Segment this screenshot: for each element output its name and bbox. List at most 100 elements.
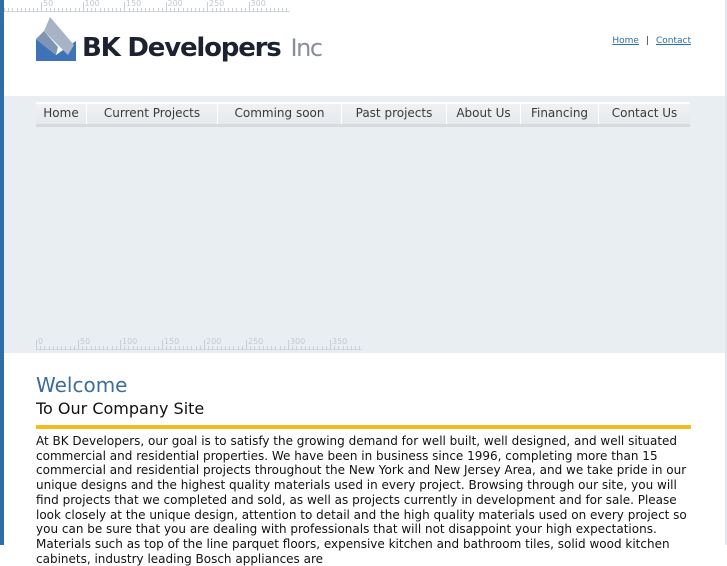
ruler-minor-tick — [241, 346, 243, 350]
ruler-minor-tick — [219, 8, 221, 12]
ruler-minor-tick — [116, 8, 118, 12]
ruler-minor-tick — [275, 346, 277, 350]
ruler-minor-tick — [338, 346, 340, 350]
top-link-home[interactable]: Home — [612, 36, 639, 46]
top-link-contact[interactable]: Contact — [656, 36, 691, 46]
ruler-minor-tick — [86, 346, 88, 350]
ruler-minor-tick — [4, 8, 5, 12]
ruler-minor-tick — [300, 346, 302, 350]
ruler-minor-tick — [82, 346, 84, 350]
ruler-minor-tick — [237, 346, 239, 350]
ruler-minor-tick — [157, 346, 159, 350]
ruler-minor-tick — [141, 8, 142, 12]
nav-item-comming-soon[interactable]: Comming soon — [218, 102, 342, 124]
ruler-minor-tick — [65, 346, 67, 350]
ruler-label: 300 — [290, 337, 306, 346]
ruler-minor-tick — [229, 346, 231, 350]
ruler-minor-tick — [195, 346, 197, 350]
ruler-minor-tick — [170, 8, 171, 12]
ruler-label: 100 — [84, 0, 100, 8]
ruler-minor-tick — [128, 346, 130, 350]
top-links: Home | Contact — [612, 36, 691, 46]
welcome-subtitle: To Our Company Site — [36, 399, 205, 418]
ruler-minor-tick — [244, 8, 246, 12]
ruler-minor-tick — [178, 346, 180, 350]
accent-divider — [36, 425, 691, 429]
ruler-minor-tick — [208, 346, 210, 350]
ruler-minor-tick — [183, 346, 184, 350]
ruler-minor-tick — [24, 8, 26, 12]
ruler-minor-tick — [190, 8, 192, 12]
ruler-label: 200 — [167, 0, 183, 8]
banner-area: 0 50 100 150 200 250 300 350 — [4, 96, 725, 353]
ruler-minor-tick — [203, 8, 205, 12]
nav-item-current-projects[interactable]: Current Projects — [87, 102, 218, 124]
welcome-heading: Welcome — [36, 373, 128, 397]
ruler-label: 150 — [126, 0, 142, 8]
ruler-minor-tick — [254, 346, 256, 350]
ruler-label: 50 — [80, 337, 91, 346]
ruler-minor-tick — [136, 346, 138, 350]
main-nav: Home Current Projects Comming soon Past … — [36, 102, 690, 127]
ruler-minor-tick — [220, 346, 222, 350]
ruler-minor-tick — [111, 346, 113, 350]
ruler-major-tick — [204, 340, 205, 350]
ruler-minor-tick — [62, 8, 64, 12]
ruler-minor-tick — [224, 8, 225, 12]
ruler-minor-tick — [265, 8, 267, 12]
nav-item-about-us[interactable]: About Us — [447, 102, 521, 124]
ruler-minor-tick — [128, 8, 130, 12]
ruler-minor-tick — [12, 8, 14, 12]
ruler-minor-tick — [277, 8, 279, 12]
nav-item-home[interactable]: Home — [36, 102, 87, 124]
ruler-minor-tick — [57, 346, 58, 350]
nav-item-contact-us[interactable]: Contact Us — [599, 102, 690, 124]
ruler-minor-tick — [313, 346, 315, 350]
ruler-minor-tick — [107, 8, 109, 12]
ruler-minor-tick — [199, 346, 201, 350]
ruler-minor-tick — [44, 346, 46, 350]
ruler-minor-tick — [69, 346, 71, 350]
ruler-minor-tick — [161, 8, 163, 12]
ruler-minor-tick — [233, 346, 235, 350]
ruler-minor-tick — [33, 8, 34, 12]
top-links-separator: | — [645, 36, 649, 46]
ruler-minor-tick — [191, 346, 193, 350]
nav-item-financing[interactable]: Financing — [521, 102, 599, 124]
ruler-minor-tick — [103, 346, 105, 350]
ruler-minor-tick — [273, 8, 275, 12]
ruler-minor-tick — [132, 8, 134, 12]
ruler-minor-tick — [194, 8, 196, 12]
ruler-minor-tick — [149, 8, 151, 12]
ruler-minor-tick — [304, 346, 306, 350]
ruler-label: 100 — [122, 337, 138, 346]
ruler-minor-tick — [355, 346, 357, 350]
ruler-minor-tick — [225, 346, 226, 350]
ruler-minor-tick — [145, 346, 147, 350]
nav-item-past-projects[interactable]: Past projects — [342, 102, 447, 124]
ruler-minor-tick — [99, 8, 101, 12]
ruler-minor-tick — [186, 8, 188, 12]
ruler-minor-tick — [317, 346, 319, 350]
ruler-minor-tick — [216, 346, 218, 350]
ruler-label: 300 — [250, 0, 266, 8]
ruler-minor-tick — [166, 346, 168, 350]
ruler-minor-tick — [136, 8, 138, 12]
ruler-minor-tick — [258, 346, 260, 350]
ruler-minor-tick — [267, 346, 268, 350]
logo[interactable]: BK Developers Inc — [36, 17, 323, 67]
ruler-minor-tick — [359, 346, 361, 350]
ruler-minor-tick — [37, 8, 39, 12]
ruler-label: 250 — [209, 0, 225, 8]
ruler-label: 200 — [206, 337, 222, 346]
ruler-minor-tick — [103, 8, 105, 12]
ruler-minor-tick — [153, 8, 155, 12]
ruler-minor-tick — [115, 346, 117, 350]
ruler-minor-tick — [94, 346, 96, 350]
ruler-minor-tick — [199, 8, 201, 12]
ruler-minor-tick — [228, 8, 230, 12]
ruler-minor-tick — [78, 8, 80, 12]
ruler-minor-tick — [240, 8, 242, 12]
ruler-minor-tick — [111, 8, 113, 12]
ruler-minor-tick — [141, 346, 142, 350]
